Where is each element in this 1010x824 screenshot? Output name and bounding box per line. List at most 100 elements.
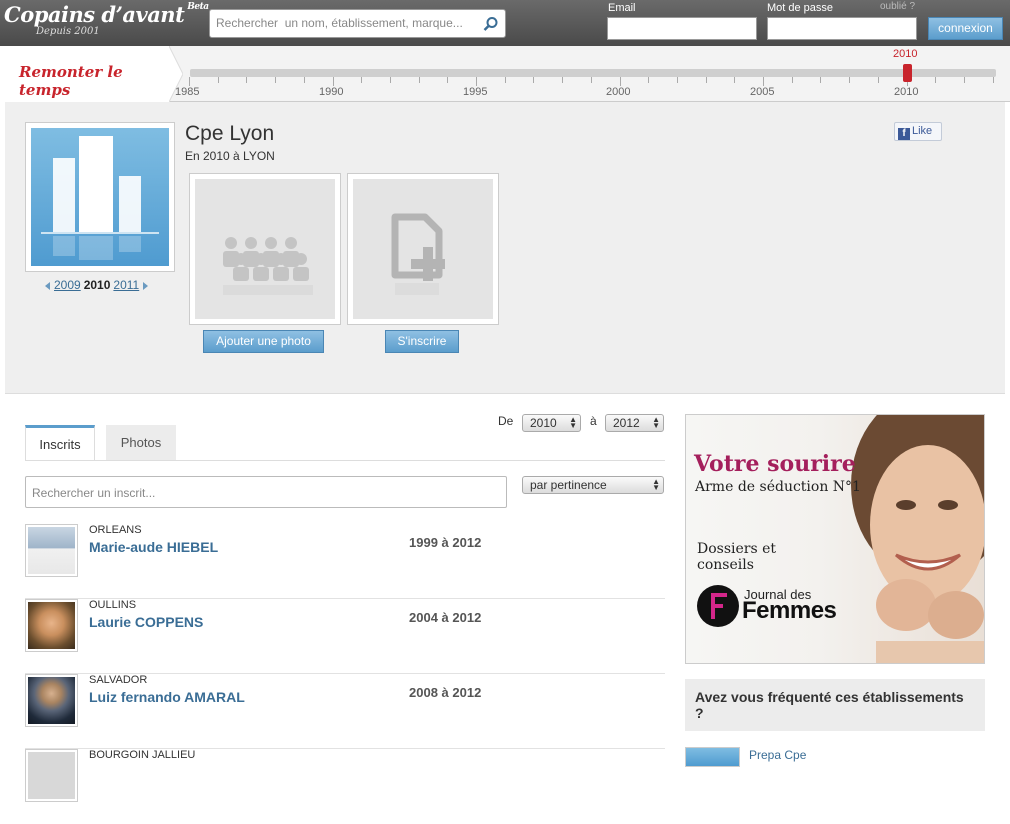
select-arrows-icon: ▲ ▼ [652,477,660,492]
year-navigator: 2009 2010 2011 [45,278,149,292]
member-city: SALVADOR [89,674,148,686]
prev-year-link[interactable]: 2009 [54,278,81,292]
timeline-tick [648,77,649,83]
beta-badge: Beta [187,2,209,12]
timeline-tick [246,77,247,83]
password-field[interactable] [767,17,917,40]
timeline-tick [447,77,448,83]
member-years: 2008 à 2012 [409,685,482,700]
list-item[interactable]: BOURGOIN JALLIEU [25,749,665,824]
timeline-tick [591,77,592,83]
search-icon[interactable] [483,16,499,32]
member-name-link[interactable]: Laurie COPPENS [89,614,203,630]
timeline-handle[interactable] [903,64,912,82]
list-item[interactable]: ORLEANS Marie-aude HIEBEL 1999 à 2012 [25,524,665,599]
timeline-bar: Remonter le temps 1985 1990 1995 2000 20… [0,46,1010,102]
current-year: 2010 [83,278,111,292]
list-item[interactable]: SALVADOR Luiz fernando AMARAL 2008 à 201… [25,674,665,749]
ad-femmes-text: Femmes [742,597,837,624]
timeline-selected-year: 2010 [893,48,918,60]
timeline-tick [964,77,965,83]
select-arrows-icon: ▲ ▼ [569,415,577,430]
timeline-tick [706,77,707,83]
timeline-label[interactable]: 2010 [894,86,918,98]
prev-year-arrow-icon[interactable] [45,281,50,290]
timeline-tick [849,77,850,83]
smiling-woman-photo [851,415,984,663]
timeline-tick [620,77,621,86]
member-years: 1999 à 2012 [409,535,482,550]
timeline-label[interactable]: 1995 [463,86,487,98]
add-document-icon [391,213,445,295]
avatar[interactable] [25,749,78,802]
to-label: à [590,414,597,428]
site-logo[interactable]: Copains d’avant Beta [4,2,209,27]
timeline-tick [993,77,994,83]
suggestion-thumbnail[interactable] [685,747,740,767]
timeline-tick [333,77,334,86]
avatar[interactable] [25,524,78,577]
top-bar: Copains d’avantBeta Depuis 2001 Email Mo… [0,0,1010,46]
timeline-tick [505,77,506,83]
tabs-divider [25,460,665,461]
timeline-label[interactable]: 1990 [319,86,343,98]
tab-inscrits[interactable]: Inscrits [25,425,95,461]
member-search [25,476,507,508]
suggestion-link[interactable]: Prepa Cpe [749,748,806,762]
suggestion-item[interactable]: Prepa Cpe [685,747,985,767]
timeline-label[interactable]: 2005 [750,86,774,98]
member-name-link[interactable]: Luiz fernando AMARAL [89,689,245,705]
login-button[interactable]: connexion [928,17,1003,40]
add-photo-button[interactable]: Ajouter une photo [203,330,324,353]
subscribe-button[interactable]: S'inscrire [385,330,459,353]
building-icon [41,136,159,260]
timeline-title-panel: Remonter le temps [0,46,183,102]
group-people-icon [223,237,313,295]
add-photo-card[interactable] [189,173,341,325]
timeline-tick [419,77,420,83]
timeline-tick [763,77,764,86]
school-subtitle: En 2010 à LYON [185,149,275,163]
to-year-select[interactable]: 2012 ▲ ▼ [605,414,664,432]
select-arrows-icon: ▲ ▼ [652,415,660,430]
timeline-tick [361,77,362,83]
member-city: ORLEANS [89,524,142,536]
avatar[interactable] [25,674,78,727]
facebook-icon: f [898,128,910,140]
timeline-label[interactable]: 2000 [606,86,630,98]
avatar[interactable] [25,599,78,652]
timeline-track[interactable] [190,69,996,77]
timeline-tick [275,77,276,83]
forgot-password-link[interactable]: oublié ? [880,1,915,12]
timeline-tick [878,77,879,83]
member-name-link[interactable]: Marie-aude HIEBEL [89,539,218,555]
member-years: 2004 à 2012 [409,610,482,625]
suggestions-header: Avez vous fréquenté ces établissements ? [685,679,985,731]
sort-select[interactable]: par pertinence ▲ ▼ [522,476,664,494]
timeline-tick [533,77,534,83]
journal-des-femmes-logo-icon [697,585,739,627]
password-label: Mot de passe [767,2,834,14]
list-item[interactable]: OULLINS Laurie COPPENS 2004 à 2012 [25,599,665,674]
site-search [209,9,506,38]
subscribe-card[interactable] [347,173,499,325]
facebook-like-button[interactable]: f Like [894,122,942,141]
timeline-title: Remonter le temps [19,63,123,99]
email-field[interactable] [607,17,757,40]
timeline-label[interactable]: 1985 [175,86,199,98]
ad-title: Votre sourire [694,451,856,477]
timeline-tick [734,77,735,83]
member-search-input[interactable] [32,486,492,500]
timeline-tick [476,77,477,86]
next-year-link[interactable]: 2011 [113,278,139,292]
timeline-tick [792,77,793,83]
school-profile: 2009 2010 2011 Cpe Lyon En 2010 à LYON f Li… [5,102,1005,394]
advertisement-banner[interactable]: Votre sourire Arme de séduction N°1 Doss… [685,414,985,664]
from-year-select[interactable]: 2010 ▲ ▼ [522,414,581,432]
next-year-arrow-icon[interactable] [143,281,149,290]
school-image [25,122,175,272]
ad-subtitle: Arme de séduction N°1 [695,479,861,495]
site-search-input[interactable] [216,16,476,30]
tab-photos[interactable]: Photos [106,425,176,461]
timeline-tick [304,77,305,83]
